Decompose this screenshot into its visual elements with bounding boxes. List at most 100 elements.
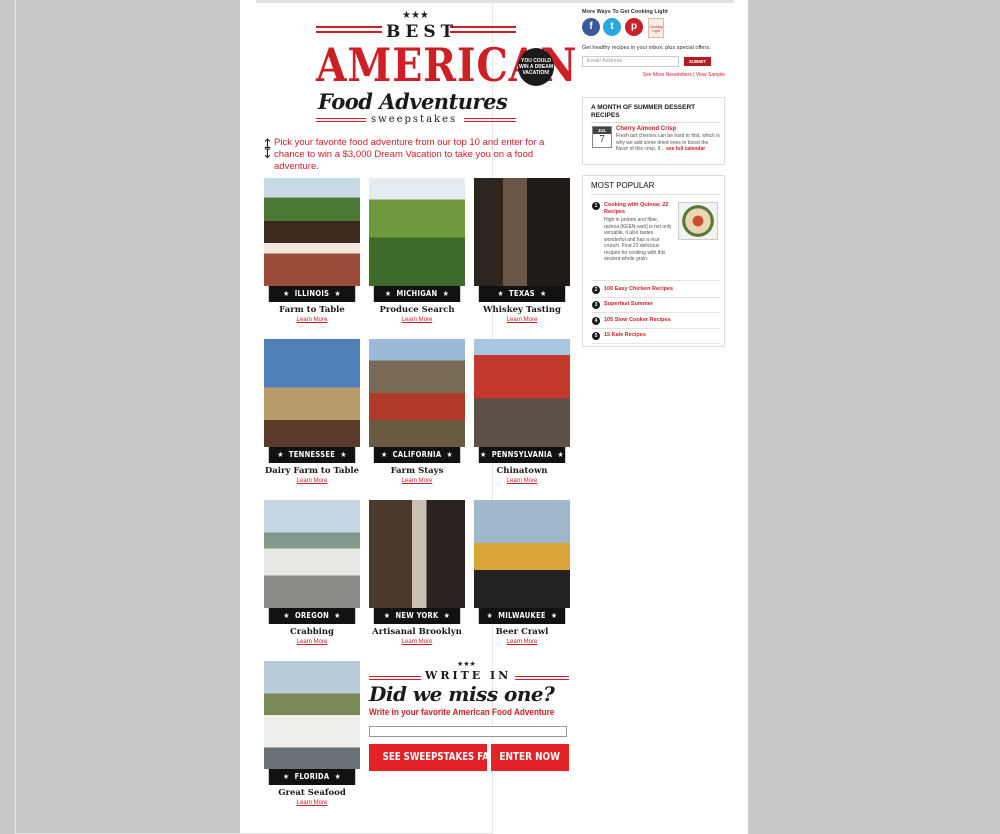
enter-now-label: ENTER NOW (499, 751, 561, 763)
sweepstakes-facts-button[interactable]: SEE SWEEPSTAKES FACTS (369, 744, 487, 771)
magazine-icon[interactable]: Cooking Light (648, 18, 664, 38)
state-label: PENNSYLVANIA (491, 450, 553, 459)
popular-description: High in protein and fiber, quinoa [KEEN-… (604, 217, 672, 262)
learn-more-link[interactable]: Learn More (474, 478, 570, 484)
state-label: CALIFORNIA (392, 450, 442, 459)
sweepstakes-logo: ★★★ BEST AMERICAN Food Adventures sweeps… (256, 6, 576, 132)
enter-now-button[interactable]: ENTER NOW (491, 744, 569, 771)
adventure-card[interactable]: ★ CALIFORNIA ★ Farm Stays Learn More (369, 339, 465, 489)
rank-badge: 2 (592, 286, 600, 294)
sweepstakes-facts-label: SEE SWEEPSTAKES FACTS (382, 751, 487, 763)
logo-sweepstakes: sweepstakes (371, 114, 458, 125)
adventure-title: Chinatown (496, 466, 548, 476)
adventure-card[interactable]: ★ FLORIDA ★ Great Seafood Learn More (264, 661, 360, 811)
state-label: OREGON (294, 611, 330, 620)
divider-line (369, 676, 421, 680)
stars-icon: ★★★ (457, 661, 476, 668)
adventure-card[interactable]: ★ TENNESSEE ★ Dairy Farm to Table Learn Mo… (264, 339, 360, 489)
write-in-section: ★★★ WRITE IN Did we miss one? Write in y… (369, 660, 569, 772)
adventure-photo[interactable] (369, 500, 465, 608)
popular-link[interactable]: 105 Slow Cooker Recipes (604, 317, 671, 324)
popular-item[interactable]: 2 100 Easy Chicken Recipes (592, 285, 720, 298)
adventure-photo[interactable] (474, 339, 570, 447)
view-sample-link[interactable]: View Sample (696, 72, 725, 78)
calendar-icon: JUL 7 (592, 126, 612, 148)
pinterest-icon[interactable]: p (625, 18, 643, 36)
learn-more-link[interactable]: Learn More (474, 639, 570, 645)
adventure-photo[interactable] (474, 178, 570, 286)
adventure-photo[interactable] (264, 339, 360, 447)
adventure-card[interactable]: ★ ILLINOIS ★ Farm to Table Learn More (264, 178, 360, 328)
adventure-card[interactable]: ★ PENNSYLVANIA ★ Chinatown Learn More (474, 339, 570, 489)
state-banner: ★ PENNSYLVANIA ★ (478, 447, 566, 463)
twitter-icon[interactable]: t (603, 18, 621, 36)
see-more-newsletters-link[interactable]: See More Newsletters (643, 72, 692, 78)
adventure-photo[interactable] (369, 178, 465, 286)
popular-item[interactable]: 3 Superfast Summer (592, 300, 720, 313)
divider-line (464, 118, 516, 122)
state-banner: ★ NEW YORK ★ (373, 608, 461, 624)
learn-more-link[interactable]: Learn More (264, 800, 360, 806)
popular-item[interactable]: 4 105 Slow Cooker Recipes (592, 316, 720, 329)
adventure-title: Crabbing (290, 627, 334, 637)
intro-text: Pick your favorite food adventure from o… (274, 137, 545, 172)
most-popular-box: MOST POPULAR 1 Cooking with Quinoa: 22 Re… (582, 175, 725, 347)
email-input[interactable]: Email Address (582, 56, 679, 67)
write-in-subtitle: Write in your favorite American Food Adv… (369, 707, 555, 718)
adventure-title: Produce Search (379, 305, 455, 315)
popular-link[interactable]: Superfast Summer (604, 301, 653, 308)
divider-line (316, 118, 366, 122)
divider-line (591, 194, 719, 195)
learn-more-link[interactable]: Learn More (264, 317, 360, 323)
learn-more-link[interactable]: Learn More (369, 478, 465, 484)
popular-link[interactable]: Cooking with Quinoa: 22 Recipes (604, 202, 678, 216)
state-label: TENNESSEE (288, 450, 336, 459)
state-label: ILLINOIS (294, 289, 330, 298)
top-bar (256, 0, 734, 3)
popular-link[interactable]: 100 Easy Chicken Recipes (604, 286, 673, 293)
learn-more-link[interactable]: Learn More (474, 317, 570, 323)
most-popular-heading: MOST POPULAR (591, 181, 655, 190)
adventure-photo[interactable] (264, 500, 360, 608)
adventure-photo[interactable] (264, 661, 360, 769)
arrow-icon: ↥ ↧ (262, 136, 273, 161)
write-in-field[interactable] (369, 726, 567, 737)
learn-more-link[interactable]: Learn More (264, 639, 360, 645)
adventure-title: Farm Stays (390, 466, 444, 476)
popular-link[interactable]: 15 Kale Recipes (604, 332, 646, 339)
calendar-month: JUL (593, 127, 611, 134)
see-full-calendar-link[interactable]: see full calendar (666, 146, 705, 152)
state-label: MICHIGAN (396, 289, 438, 298)
adventure-photo[interactable] (474, 500, 570, 608)
adventure-title: Beer Crawl (495, 627, 549, 637)
dessert-heading: A MONTH OF SUMMER DESSERT RECIPES (591, 104, 696, 119)
adventure-title: Great Seafood (278, 788, 346, 798)
adventure-title: Whiskey Tasting (482, 305, 562, 315)
calendar-day: 7 (599, 135, 605, 145)
popular-item[interactable]: 5 15 Kale Recipes (592, 331, 720, 344)
adventure-card[interactable]: ★ NEW YORK ★ Artisanal Brooklyn Learn More (369, 500, 465, 650)
adventure-photo[interactable] (369, 339, 465, 447)
divider-line (591, 122, 719, 123)
state-banner: ★ OREGON ★ (268, 608, 356, 624)
divider-line (316, 26, 382, 33)
facebook-icon[interactable]: f (582, 18, 600, 36)
newsletter-links: See More Newsletters | View Sample (642, 72, 725, 78)
adventure-photo[interactable] (264, 178, 360, 286)
popular-item[interactable]: 1 Cooking with Quinoa: 22 Recipes High in … (592, 201, 720, 281)
state-label: NEW YORK (395, 611, 439, 620)
state-banner: ★ ILLINOIS ★ (268, 286, 356, 302)
state-banner: ★ TENNESSEE ★ (268, 447, 356, 463)
recipe-thumbnail[interactable] (678, 202, 718, 240)
adventure-card[interactable]: ★ OREGON ★ Crabbing Learn More (264, 500, 360, 650)
adventure-card[interactable]: ★ TEXAS ★ Whiskey Tasting Learn More (474, 178, 570, 328)
write-in-headline: Did we miss one? (369, 682, 555, 706)
adventure-title: Farm to Table (279, 305, 345, 315)
adventure-card[interactable]: ★ MICHIGAN ★ Produce Search Learn More (369, 178, 465, 328)
learn-more-link[interactable]: Learn More (369, 317, 465, 323)
submit-button[interactable]: SUBMIT (684, 57, 711, 66)
dessert-title-link[interactable]: Cherry Almond Crisp (616, 126, 676, 132)
learn-more-link[interactable]: Learn More (264, 478, 360, 484)
adventure-card[interactable]: ★ MILWAUKEE ★ Beer Crawl Learn More (474, 500, 570, 650)
learn-more-link[interactable]: Learn More (369, 639, 465, 645)
